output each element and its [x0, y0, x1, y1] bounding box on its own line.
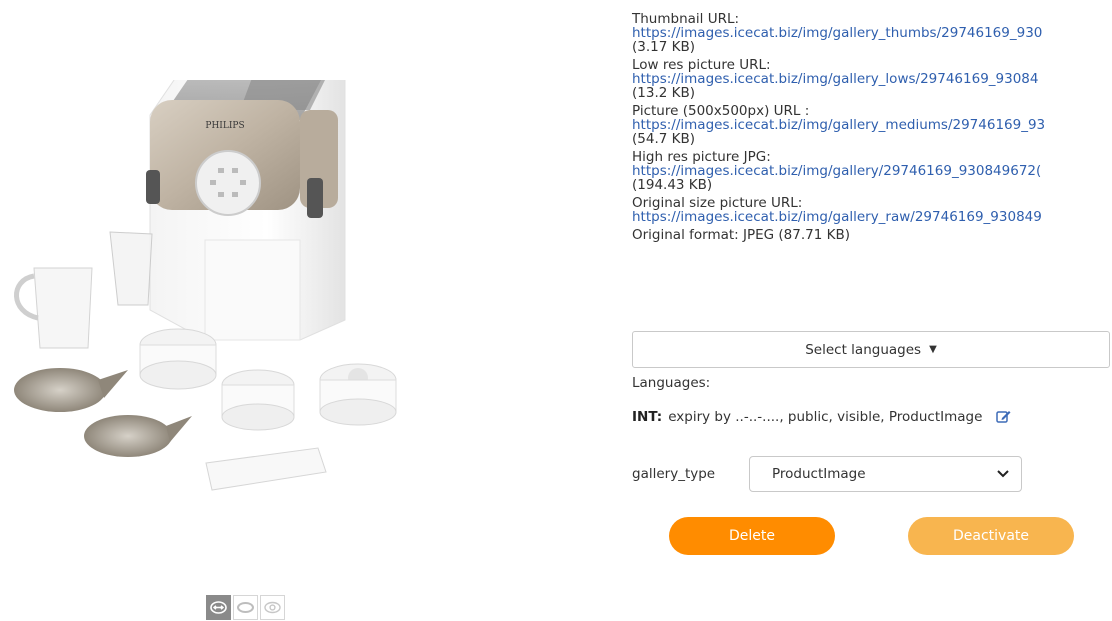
eye-icon	[264, 601, 281, 614]
original-url-link[interactable]: https://images.icecat.biz/img/gallery_ra…	[632, 210, 1112, 224]
select-languages-label: Select languages	[805, 341, 922, 358]
medium-url-link[interactable]: https://images.icecat.biz/img/gallery_me…	[632, 118, 1112, 132]
languages-label: Languages:	[632, 375, 711, 391]
image-info-panel: Thumbnail URL: https://images.icecat.biz…	[632, 12, 1112, 621]
medium-url-label: Picture (500x500px) URL :	[632, 103, 810, 119]
lowres-size: (13.2 KB)	[632, 85, 695, 101]
highres-size: (194.43 KB)	[632, 177, 713, 193]
thumbnail-url-label: Thumbnail URL:	[632, 11, 740, 27]
highres-url-link[interactable]: https://images.icecat.biz/img/gallery/29…	[632, 164, 1112, 178]
original-url-label: Original size picture URL:	[632, 195, 803, 211]
highres-url-label: High res picture JPG:	[632, 149, 771, 165]
edit-icon[interactable]	[996, 410, 1011, 424]
lowres-url-label: Low res picture URL:	[632, 57, 771, 73]
highres-url-block: High res picture JPG: https://images.ice…	[632, 150, 1112, 192]
thumbnail-3[interactable]	[260, 595, 285, 620]
thumbnail-strip	[206, 595, 285, 620]
deactivate-button[interactable]: Deactivate	[908, 517, 1074, 555]
move-arrows-icon	[210, 601, 227, 614]
thumbnail-2[interactable]	[233, 595, 258, 620]
gallery-type-value: ProductImage	[772, 466, 866, 482]
caret-down-icon: ▼	[929, 344, 937, 355]
original-url-block: Original size picture URL: https://image…	[632, 196, 1112, 224]
lowres-url-link[interactable]: https://images.icecat.biz/img/gallery_lo…	[632, 72, 1112, 86]
product-image: PHILIPS	[14, 80, 397, 491]
thumbnail-url-block: Thumbnail URL: https://images.icecat.biz…	[632, 12, 1112, 54]
medium-size: (54.7 KB)	[632, 131, 695, 147]
language-entry: INT: expiry by ..-..-...., public, visib…	[632, 409, 1011, 425]
gallery-type-label: gallery_type	[632, 466, 716, 482]
svg-text:PHILIPS: PHILIPS	[205, 121, 244, 131]
thumbnail-url-link[interactable]: https://images.icecat.biz/img/gallery_th…	[632, 26, 1112, 40]
lowres-url-block: Low res picture URL: https://images.icec…	[632, 58, 1112, 100]
image-panel: PHILIPS	[0, 0, 620, 621]
delete-button[interactable]: Delete	[669, 517, 835, 555]
language-entry-text: expiry by ..-..-...., public, visible, P…	[668, 409, 983, 425]
gallery-type-select[interactable]: ProductImage	[749, 456, 1022, 492]
language-code: INT:	[632, 409, 663, 425]
gallery-type-row: gallery_type ProductImage	[632, 456, 1022, 492]
original-format: Original format: JPEG (87.71 KB)	[632, 227, 850, 243]
ring-icon	[237, 602, 254, 613]
select-languages-button[interactable]: Select languages ▼	[632, 331, 1110, 368]
medium-url-block: Picture (500x500px) URL : https://images…	[632, 104, 1112, 146]
thumbnail-size: (3.17 KB)	[632, 39, 695, 55]
thumbnail-1[interactable]	[206, 595, 231, 620]
chevron-down-icon	[997, 470, 1009, 478]
